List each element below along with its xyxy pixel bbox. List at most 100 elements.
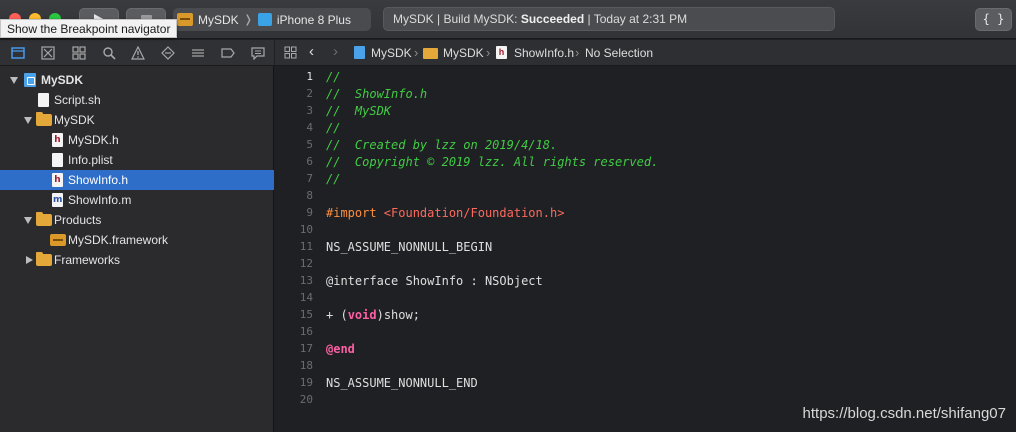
code-line[interactable]: 9 #import <Foundation/Foundation.h> xyxy=(275,206,1016,223)
tree-row-group[interactable]: Products xyxy=(0,210,274,230)
test-navigator-icon[interactable] xyxy=(161,46,175,60)
code-line[interactable]: 4 // xyxy=(275,121,1016,138)
project-navigator-panel: MySDK Script.sh MySDK h MySDK.h Info.pli… xyxy=(0,40,274,432)
code-text: #import <Foundation/Foundation.h> xyxy=(326,206,564,220)
line-number: 16 xyxy=(299,325,313,338)
project-navigator-icon[interactable] xyxy=(11,46,25,60)
code-review-button[interactable]: { } xyxy=(975,8,1012,31)
symbol-navigator-icon[interactable] xyxy=(72,46,86,60)
line-number: 19 xyxy=(299,376,313,389)
code-line[interactable]: 13 @interface ShowInfo : NSObject xyxy=(275,274,1016,291)
code-text: NS_ASSUME_NONNULL_BEGIN xyxy=(326,240,493,254)
code-line[interactable]: 14 xyxy=(275,291,1016,308)
scheme-selector[interactable]: MySDK ❭ iPhone 8 Plus xyxy=(173,8,371,31)
tree-row-file-selected[interactable]: h ShowInfo.h xyxy=(0,170,274,190)
scheme-device[interactable]: iPhone 8 Plus xyxy=(277,13,351,27)
tree-item-label: Script.sh xyxy=(54,93,101,107)
code-line[interactable]: 3 // MySDK xyxy=(275,104,1016,121)
code-text: // xyxy=(326,70,341,84)
code-line[interactable]: 18 xyxy=(275,359,1016,376)
breadcrumb-file[interactable]: ShowInfo.h xyxy=(514,46,574,60)
back-arrow-icon[interactable]: ‹ xyxy=(309,43,314,60)
debug-navigator-icon[interactable] xyxy=(191,46,205,60)
tree-item-label: ShowInfo.m xyxy=(68,193,132,207)
tree-row-file[interactable]: MySDK.framework xyxy=(0,230,274,250)
code-line[interactable]: 7 // xyxy=(275,172,1016,189)
disclosure-collapsed-icon[interactable] xyxy=(26,256,33,264)
code-line[interactable]: 15 + (void)show; xyxy=(275,308,1016,325)
tree-item-label: MySDK.framework xyxy=(68,233,169,247)
implementation-file-icon: m xyxy=(52,193,63,207)
method-name: )show; xyxy=(376,308,420,322)
line-number: 10 xyxy=(299,223,313,236)
related-items-icon[interactable] xyxy=(284,46,297,59)
report-navigator-icon[interactable] xyxy=(251,46,265,60)
code-line[interactable]: 1 // xyxy=(275,70,1016,87)
tree-row-project[interactable]: MySDK xyxy=(0,70,274,90)
tree-item-label: Frameworks xyxy=(54,253,121,267)
code-line[interactable]: 5 // Created by lzz on 2019/4/18. xyxy=(275,138,1016,155)
tree-row-file[interactable]: m ShowInfo.m xyxy=(0,190,274,210)
project-icon xyxy=(24,73,36,87)
line-number: 14 xyxy=(299,291,313,304)
chevron-right-icon: › xyxy=(486,45,491,60)
line-number: 13 xyxy=(299,274,313,287)
line-number: 20 xyxy=(299,393,313,406)
code-text: + (void)show; xyxy=(326,308,420,322)
tree-row-group[interactable]: MySDK xyxy=(0,110,274,130)
code-text: // xyxy=(326,121,341,135)
return-type-keyword: void xyxy=(347,308,377,322)
code-text: // MySDK xyxy=(326,104,392,118)
code-line[interactable]: 11 NS_ASSUME_NONNULL_BEGIN xyxy=(275,240,1016,257)
breadcrumb-symbol[interactable]: No Selection xyxy=(585,46,653,60)
line-number: 7 xyxy=(306,172,313,185)
issue-navigator-icon[interactable] xyxy=(131,46,145,60)
header-file-icon: h xyxy=(496,46,507,59)
tree-row-file[interactable]: Script.sh xyxy=(0,90,274,110)
line-number: 17 xyxy=(299,342,313,355)
code-line[interactable]: 16 xyxy=(275,325,1016,342)
tree-item-label: MySDK xyxy=(41,73,84,87)
disclosure-expanded-icon[interactable] xyxy=(10,77,18,84)
project-icon xyxy=(354,46,365,59)
tree-item-label: MySDK xyxy=(54,113,95,127)
tree-item-label: MySDK.h xyxy=(68,133,119,147)
tree-row-group[interactable]: Frameworks xyxy=(0,250,274,270)
method-prefix: + ( xyxy=(326,308,348,322)
breadcrumb-group[interactable]: MySDK xyxy=(443,46,484,60)
tree-item-label: Info.plist xyxy=(68,153,113,167)
breakpoint-navigator-icon[interactable] xyxy=(221,46,235,60)
tree-row-file[interactable]: Info.plist xyxy=(0,150,274,170)
file-type-letter: h xyxy=(54,135,61,145)
navigator-tab-bar xyxy=(0,40,274,66)
source-editor[interactable]: 1 // 2 // ShowInfo.h 3 // MySDK 4 // 5 // Cre… xyxy=(275,67,1016,432)
code-line[interactable]: 6 // Copyright © 2019 lzz. All rights res… xyxy=(275,155,1016,172)
import-path: <Foundation/Foundation.h> xyxy=(383,206,565,220)
code-line[interactable]: 10 xyxy=(275,223,1016,240)
activity-time: | Today at 2:31 PM xyxy=(584,12,688,26)
code-text: // xyxy=(326,172,341,186)
tree-row-file[interactable]: h MySDK.h xyxy=(0,130,274,150)
folder-icon xyxy=(423,48,438,59)
chevron-right-icon: › xyxy=(414,45,419,60)
breadcrumb-project[interactable]: MySDK xyxy=(371,46,412,60)
line-number: 3 xyxy=(306,104,313,117)
scheme-target[interactable]: MySDK xyxy=(198,13,239,27)
code-line[interactable]: 19 NS_ASSUME_NONNULL_END xyxy=(275,376,1016,393)
find-navigator-icon[interactable] xyxy=(102,46,116,60)
disclosure-expanded-icon[interactable] xyxy=(24,117,32,124)
disclosure-expanded-icon[interactable] xyxy=(24,217,32,224)
source-control-navigator-icon[interactable] xyxy=(41,46,55,60)
line-number: 2 xyxy=(306,87,313,100)
line-number: 1 xyxy=(306,70,313,83)
plist-file-icon xyxy=(52,153,63,167)
device-icon xyxy=(257,13,272,26)
code-line[interactable]: 8 xyxy=(275,189,1016,206)
code-line[interactable]: 17 @end xyxy=(275,342,1016,359)
forward-arrow-icon[interactable]: › xyxy=(333,43,338,60)
activity-prefix: MySDK | Build MySDK: xyxy=(393,12,521,26)
code-line[interactable]: 12 xyxy=(275,257,1016,274)
chevron-right-icon: ❭ xyxy=(243,14,253,26)
code-line[interactable]: 2 // ShowInfo.h xyxy=(275,87,1016,104)
activity-viewer: MySDK | Build MySDK: Succeeded | Today a… xyxy=(383,7,835,31)
